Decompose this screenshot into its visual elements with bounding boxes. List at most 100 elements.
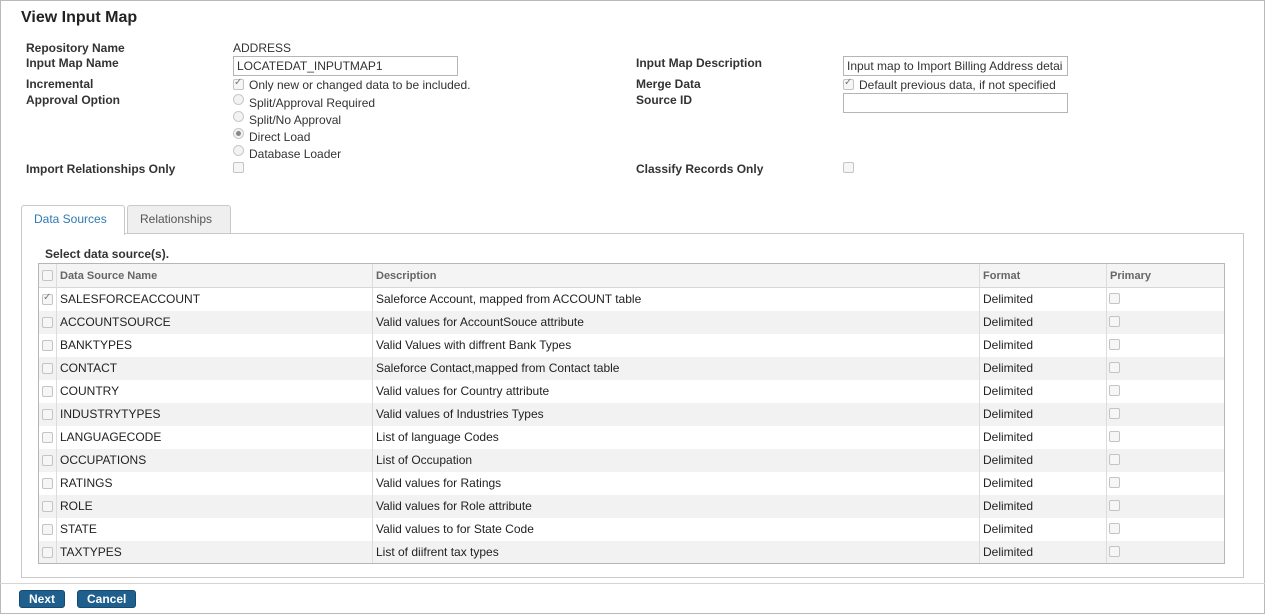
column-header-description[interactable]: Description <box>372 264 979 288</box>
primary-checkbox[interactable] <box>1109 546 1120 557</box>
data-source-description: Valid values to for State Code <box>372 518 979 541</box>
primary-cell <box>1106 334 1224 357</box>
source-id-label: Source ID <box>636 93 693 107</box>
row-select-checkbox[interactable] <box>42 409 53 420</box>
input-map-description-field[interactable]: Input map to Import Billing Address deta… <box>843 56 1068 76</box>
data-source-format: Delimited <box>979 449 1106 472</box>
row-select-checkbox[interactable] <box>42 386 53 397</box>
table-row[interactable]: COUNTRY Valid values for Country attribut… <box>39 380 1224 403</box>
table-row[interactable]: INDUSTRYTYPES Valid values of Industries … <box>39 403 1224 426</box>
data-source-description: Valid values for Ratings <box>372 472 979 495</box>
grid-header: Data Source Name Description Format Prim… <box>39 264 1224 288</box>
table-row[interactable]: LANGUAGECODE List of language Codes Delimi… <box>39 426 1224 449</box>
table-row[interactable]: ACCOUNTSOURCE Valid values for AccountSou… <box>39 311 1224 334</box>
data-source-description: List of language Codes <box>372 426 979 449</box>
approval-option-split-no-approval: Split/No Approval <box>249 113 342 127</box>
incremental-checkbox[interactable] <box>233 77 244 90</box>
select-all-checkbox[interactable] <box>42 270 53 281</box>
approval-radio-direct-load[interactable] <box>233 128 244 139</box>
table-row[interactable]: OCCUPATIONS List of Occupation Delimited <box>39 449 1224 472</box>
approval-option-database-loader: Database Loader <box>249 147 342 161</box>
primary-cell <box>1106 472 1224 495</box>
primary-checkbox[interactable] <box>1109 316 1120 327</box>
data-source-format: Delimited <box>979 403 1106 426</box>
approval-radio-database-loader[interactable] <box>233 145 244 156</box>
approval-radio-split-required[interactable] <box>233 94 244 105</box>
row-select-checkbox[interactable] <box>42 478 53 489</box>
data-source-format: Delimited <box>979 426 1106 449</box>
data-source-name: TAXTYPES <box>56 541 372 563</box>
incremental-text: Only new or changed data to be included. <box>249 78 471 92</box>
column-header-primary[interactable]: Primary <box>1106 264 1224 288</box>
row-select-checkbox[interactable] <box>42 292 53 305</box>
approval-radio-split-no-approval[interactable] <box>233 111 244 122</box>
input-map-name-field[interactable]: LOCATEDAT_INPUTMAP1 <box>233 56 458 76</box>
data-source-description: List of diifrent tax types <box>372 541 979 563</box>
primary-cell <box>1106 288 1224 311</box>
row-select-checkbox[interactable] <box>42 340 53 351</box>
table-row[interactable]: TAXTYPES List of diifrent tax types Delimi… <box>39 541 1224 563</box>
data-source-name: LANGUAGECODE <box>56 426 372 449</box>
tab-data-sources[interactable]: Data Sources <box>21 205 125 235</box>
footer-divider <box>0 583 1265 584</box>
data-source-name: CONTACT <box>56 357 372 380</box>
data-source-format: Delimited <box>979 334 1106 357</box>
approval-option-split-required: Split/Approval Required <box>249 96 376 110</box>
input-map-description-label: Input Map Description <box>636 56 762 70</box>
row-select-checkbox[interactable] <box>42 363 53 374</box>
table-row[interactable]: SALESFORCEACCOUNTSaleforce Account, mapp… <box>39 288 1224 311</box>
primary-cell <box>1106 518 1224 541</box>
primary-cell <box>1106 495 1224 518</box>
column-header-name[interactable]: Data Source Name <box>56 264 372 288</box>
data-source-format: Delimited <box>979 518 1106 541</box>
primary-checkbox[interactable] <box>1109 477 1120 488</box>
data-source-format: Delimited <box>979 288 1106 311</box>
merge-data-checkbox[interactable] <box>843 77 854 90</box>
page-title: View Input Map <box>21 9 138 26</box>
data-source-description: Saleforce Contact,mapped from Contact ta… <box>372 357 979 380</box>
primary-checkbox[interactable] <box>1109 523 1120 534</box>
table-row[interactable]: STATE Valid values to for State Code Delim… <box>39 518 1224 541</box>
primary-cell <box>1106 541 1224 563</box>
row-select-checkbox[interactable] <box>42 317 53 328</box>
data-source-name: INDUSTRYTYPES <box>56 403 372 426</box>
data-source-description: Valid values for Country attribute <box>372 380 979 403</box>
merge-data-text: Default previous data, if not specified <box>859 78 1056 92</box>
table-row[interactable]: BANKTYPES Valid Values with diffrent Bank… <box>39 334 1224 357</box>
primary-cell <box>1106 357 1224 380</box>
row-select-checkbox[interactable] <box>42 501 53 512</box>
tab-relationships[interactable]: Relationships <box>127 205 231 234</box>
primary-checkbox[interactable] <box>1109 454 1120 465</box>
row-select-checkbox[interactable] <box>42 455 53 466</box>
classify-records-checkbox[interactable] <box>843 162 854 173</box>
row-select-checkbox[interactable] <box>42 547 53 558</box>
primary-checkbox[interactable] <box>1109 339 1120 350</box>
data-source-format: Delimited <box>979 495 1106 518</box>
primary-checkbox[interactable] <box>1109 385 1120 396</box>
data-source-format: Delimited <box>979 357 1106 380</box>
data-source-name: SALESFORCEACCOUNT <box>56 288 372 311</box>
primary-checkbox[interactable] <box>1109 293 1120 304</box>
primary-cell <box>1106 311 1224 334</box>
cancel-button[interactable]: Cancel <box>77 590 137 608</box>
primary-checkbox[interactable] <box>1109 408 1120 419</box>
source-id-field[interactable] <box>843 93 1068 113</box>
table-row[interactable]: RATINGS Valid values for Ratings Delimited <box>39 472 1224 495</box>
primary-checkbox[interactable] <box>1109 500 1120 511</box>
next-button[interactable]: Next <box>19 590 66 608</box>
table-row[interactable]: ROLE Valid values for Role attribute Delim… <box>39 495 1224 518</box>
data-source-format: Delimited <box>979 472 1106 495</box>
primary-checkbox[interactable] <box>1109 431 1120 442</box>
data-source-name: COUNTRY <box>56 380 372 403</box>
import-relationships-checkbox[interactable] <box>233 162 244 173</box>
column-header-format[interactable]: Format <box>979 264 1106 288</box>
row-select-checkbox[interactable] <box>42 524 53 535</box>
primary-checkbox[interactable] <box>1109 362 1120 373</box>
import-relationships-label: Import Relationships Only <box>26 162 176 176</box>
data-source-format: Delimited <box>979 311 1106 334</box>
primary-cell <box>1106 403 1224 426</box>
table-row[interactable]: CONTACT Saleforce Contact,mapped from Con… <box>39 357 1224 380</box>
data-source-description: List of Occupation <box>372 449 979 472</box>
data-source-name: RATINGS <box>56 472 372 495</box>
row-select-checkbox[interactable] <box>42 432 53 443</box>
